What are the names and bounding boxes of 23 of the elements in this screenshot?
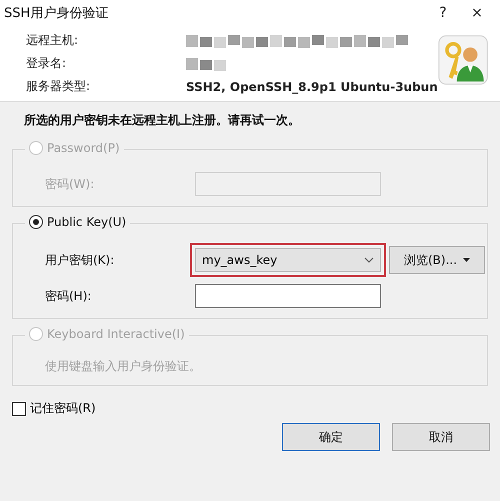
- dialog-button[interactable]: 确定: [282, 423, 380, 451]
- help-button[interactable]: ?: [426, 4, 460, 22]
- error-message: 所选的用户密钥未在远程主机上注册。请再试一次。: [0, 101, 500, 139]
- method-description: 使用键盘输入用户身份验证。: [45, 358, 202, 375]
- key-dropdown[interactable]: my_aws_key: [195, 248, 381, 272]
- pixelated-text-icon: [186, 34, 410, 48]
- field-label: 用户密钥(K):: [45, 252, 116, 268]
- info-label: 服务器类型:: [26, 78, 92, 95]
- browse-button[interactable]: 浏览(B)...: [389, 246, 485, 274]
- window-title: SSH用户身份验证: [4, 5, 110, 22]
- caret-icon: [463, 258, 470, 262]
- close-button[interactable]: ×: [460, 4, 494, 22]
- auth-method-radio[interactable]: Public Key(U): [25, 215, 130, 229]
- info-label: 登录名:: [26, 55, 68, 72]
- remember-password-checkbox[interactable]: 记住密码(R): [0, 400, 500, 417]
- dialog-button[interactable]: 取消: [392, 423, 490, 451]
- info-label: 远程主机:: [26, 32, 80, 49]
- pixelated-text-icon: [186, 56, 228, 70]
- info-value: SSH2, OpenSSH_8.9p1 Ubuntu-3ubun: [186, 80, 438, 94]
- chevron-down-icon: [364, 257, 374, 263]
- password-field[interactable]: [195, 284, 381, 308]
- field-label: 密码(W):: [45, 176, 96, 192]
- field-label: 密码(H):: [45, 288, 92, 304]
